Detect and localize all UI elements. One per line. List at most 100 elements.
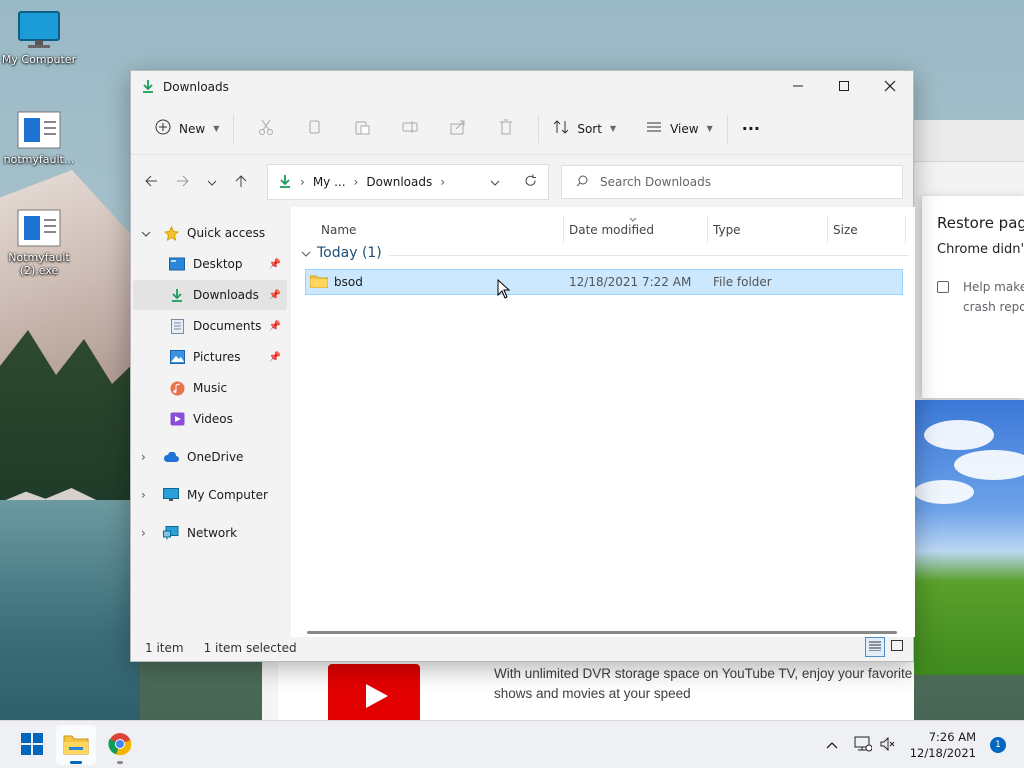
- horizontal-scrollbar[interactable]: [307, 631, 897, 634]
- sort-label: Sort: [577, 121, 602, 136]
- cloud-icon: [163, 449, 179, 465]
- network-icon: [163, 525, 179, 541]
- sidebar-item-desktop[interactable]: Desktop 📌: [133, 249, 287, 279]
- new-button[interactable]: New ▼: [149, 113, 225, 145]
- sidebar-item-quick-access[interactable]: Quick access: [133, 218, 287, 248]
- restore-subtitle: Chrome didn't s: [937, 242, 1024, 257]
- pin-icon: 📌: [268, 289, 281, 301]
- title-bar[interactable]: Downloads: [131, 71, 913, 103]
- address-bar[interactable]: › My ... › Downloads ›: [267, 164, 549, 200]
- restore-pages-popup[interactable]: Restore page Chrome didn't s Help make c…: [922, 196, 1024, 398]
- sidebar-item-label: Network: [187, 526, 238, 540]
- sidebar-item-label: Pictures: [193, 350, 241, 364]
- more-options-button[interactable]: ···: [736, 113, 766, 145]
- view-lines-icon: [646, 120, 662, 137]
- close-button[interactable]: [867, 71, 913, 101]
- sidebar-item-videos[interactable]: Videos: [133, 404, 287, 434]
- taskbar: 7:26 AM 12/18/2021 1: [0, 720, 1024, 768]
- chevron-right-icon: ›: [353, 175, 359, 189]
- refresh-button[interactable]: [524, 174, 537, 190]
- tiles-view-button[interactable]: [887, 637, 907, 657]
- sidebar-item-documents[interactable]: Documents 📌: [133, 311, 287, 341]
- share-button[interactable]: [434, 113, 482, 145]
- file-explorer-window[interactable]: Downloads New ▼ Sort ▼ View ▼ ··· › My .…: [130, 70, 915, 662]
- sidebar-item-label: OneDrive: [187, 450, 244, 464]
- selection-count: 1 item selected: [203, 641, 297, 655]
- music-icon: [169, 380, 185, 396]
- address-dropdown-button[interactable]: [490, 175, 500, 189]
- sidebar-item-pictures[interactable]: Pictures 📌: [133, 342, 287, 372]
- chevron-down-icon[interactable]: [141, 226, 155, 240]
- desktop-icon-label: Notmyfault (2).exe: [8, 251, 70, 277]
- desktop-icon-notmyfault-2[interactable]: Notmyfault (2).exe: [0, 208, 78, 277]
- sidebar-item-network[interactable]: › Network: [133, 518, 287, 548]
- exe-window-icon: [16, 208, 62, 248]
- column-header-type[interactable]: Type: [713, 223, 741, 237]
- column-header-size[interactable]: Size: [833, 223, 858, 237]
- show-hidden-icons-button[interactable]: [826, 738, 838, 752]
- chevron-right-icon[interactable]: ›: [141, 488, 155, 502]
- sort-button[interactable]: Sort ▼: [547, 113, 622, 145]
- file-row-bsod[interactable]: bsod 12/18/2021 7:22 AM File folder: [305, 269, 903, 295]
- chevron-right-icon[interactable]: ›: [141, 526, 155, 540]
- command-bar: New ▼ Sort ▼ View ▼ ···: [131, 103, 913, 155]
- rename-button[interactable]: [386, 113, 434, 145]
- sidebar-item-label: My Computer: [187, 488, 268, 502]
- file-list[interactable]: Name Date modified Type Size Today (1) b…: [291, 207, 915, 637]
- forward-button[interactable]: [167, 166, 199, 198]
- recent-locations-button[interactable]: [199, 166, 225, 198]
- download-icon: [278, 174, 292, 191]
- up-button[interactable]: [225, 166, 257, 198]
- chevron-down-icon: [207, 175, 217, 189]
- document-icon: [169, 318, 185, 334]
- volume-muted-icon[interactable]: [880, 736, 896, 754]
- xp-wallpaper-window: [914, 400, 1024, 675]
- sidebar-item-music[interactable]: Music: [133, 373, 287, 403]
- arrow-up-icon: [234, 174, 248, 191]
- breadcrumb-item[interactable]: My ...: [313, 175, 346, 189]
- clock-time: 7:26 AM: [928, 730, 976, 744]
- group-header-today[interactable]: Today (1): [301, 245, 909, 261]
- chevron-down-icon: ▼: [609, 124, 617, 133]
- view-button[interactable]: View ▼: [640, 113, 719, 145]
- browser-window-youtube[interactable]: With unlimited DVR storage space on YouT…: [262, 662, 914, 720]
- taskbar-chrome[interactable]: [100, 725, 140, 765]
- network-status-icon[interactable]: [854, 736, 873, 755]
- sidebar-item-downloads[interactable]: Downloads 📌: [133, 280, 287, 310]
- pin-icon: 📌: [268, 351, 281, 363]
- breadcrumb-item[interactable]: Downloads: [366, 175, 432, 189]
- status-bar: 1 item 1 item selected: [131, 635, 913, 661]
- column-header-date[interactable]: Date modified: [569, 223, 654, 237]
- desktop-icon-my-computer[interactable]: My Computer: [0, 10, 78, 66]
- column-header-name[interactable]: Name: [321, 223, 356, 237]
- taskbar-file-explorer[interactable]: [56, 725, 96, 765]
- clock[interactable]: 7:26 AM 12/18/2021: [910, 729, 976, 761]
- sidebar-item-onedrive[interactable]: › OneDrive: [133, 442, 287, 472]
- pictures-icon: [169, 349, 185, 365]
- minimize-button[interactable]: [775, 71, 821, 101]
- chevron-right-icon[interactable]: ›: [141, 450, 155, 464]
- copy-button[interactable]: [290, 113, 338, 145]
- youtube-play-icon[interactable]: [328, 664, 420, 720]
- cut-button[interactable]: [242, 113, 290, 145]
- plus-circle-icon: [155, 119, 171, 138]
- notification-badge[interactable]: 1: [990, 737, 1006, 753]
- chevron-down-icon: ▼: [213, 124, 220, 133]
- maximize-button[interactable]: [821, 71, 867, 101]
- download-icon: [141, 79, 155, 96]
- start-button[interactable]: [12, 725, 52, 765]
- search-input[interactable]: Search Downloads: [600, 175, 711, 189]
- paste-button[interactable]: [338, 113, 386, 145]
- desktop-icon: [169, 256, 185, 272]
- desktop-icon-notmyfault[interactable]: notmyfault...: [0, 110, 78, 166]
- trash-icon: [498, 119, 514, 138]
- back-button[interactable]: [135, 166, 167, 198]
- sort-chevron-icon: [629, 211, 637, 225]
- sidebar-item-label: Videos: [193, 412, 233, 426]
- details-view-button[interactable]: [865, 637, 885, 657]
- crash-report-checkbox[interactable]: [937, 281, 949, 293]
- paste-icon: [354, 119, 370, 138]
- search-box[interactable]: Search Downloads: [561, 165, 903, 199]
- sidebar-item-my-computer[interactable]: › My Computer: [133, 480, 287, 510]
- delete-button[interactable]: [482, 113, 530, 145]
